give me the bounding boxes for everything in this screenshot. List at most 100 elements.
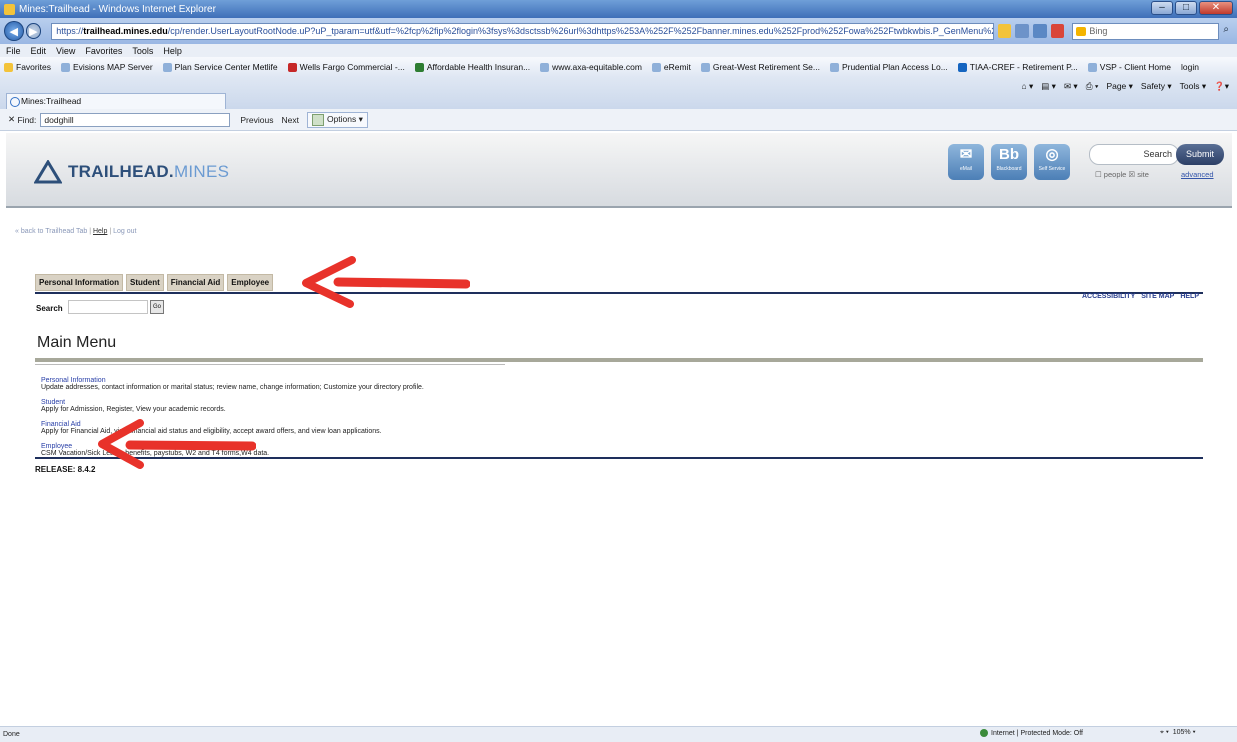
advanced-search-link[interactable]: advanced xyxy=(1181,170,1214,179)
page-title: Main Menu xyxy=(37,334,117,351)
zoom-level: 105% xyxy=(1172,729,1191,736)
menu-edit[interactable]: Edit xyxy=(31,46,47,56)
cmd-tools[interactable]: Tools ▾ xyxy=(1180,81,1206,92)
trailhead-search-input[interactable]: Search xyxy=(1089,144,1179,165)
favorite-label: TIAA-CREF - Retirement P... xyxy=(969,62,1078,72)
student-link[interactable]: Student xyxy=(41,399,226,406)
tab-financial-aid[interactable]: Financial Aid xyxy=(166,274,225,291)
lock-icon[interactable] xyxy=(997,24,1012,38)
trailhead-header: TRAILHEAD.MINES ✉ eMail Bb Blackboard ◎ … xyxy=(6,133,1232,208)
favorite-item[interactable]: Evisions MAP Server xyxy=(60,62,153,72)
mail-icon[interactable]: ✉ ▾ xyxy=(1064,81,1078,92)
favorite-item[interactable]: eRemit xyxy=(651,62,691,72)
tab-student[interactable]: Student xyxy=(126,274,164,291)
page-help-link[interactable]: HELP xyxy=(1180,293,1199,300)
print-icon[interactable]: ⎙ ▾ xyxy=(1086,81,1099,92)
envelope-icon: ✉ xyxy=(959,146,973,163)
find-close-icon[interactable]: ✕ xyxy=(8,114,17,125)
page-icon xyxy=(60,62,70,72)
menu-favorites[interactable]: Favorites xyxy=(85,46,122,56)
back-icon[interactable]: ◀ xyxy=(4,21,24,41)
star-icon xyxy=(4,62,13,72)
favorite-item[interactable]: Plan Service Center Metlife xyxy=(162,62,278,72)
zoom-control[interactable]: ⌖ ▾ 105% ▾ xyxy=(1160,729,1196,737)
compat-view-icon[interactable] xyxy=(1015,24,1030,38)
favorite-item[interactable]: Great-West Retirement Se... xyxy=(700,62,820,72)
app-label: eMail xyxy=(960,166,972,172)
favorite-item[interactable]: www.axa-equitable.com xyxy=(540,62,642,72)
favorite-label: Plan Service Center Metlife xyxy=(174,62,278,72)
minimize-icon[interactable]: – xyxy=(1151,1,1173,15)
favorite-item[interactable]: login xyxy=(1181,62,1199,72)
favorite-label: Evisions MAP Server xyxy=(72,62,153,72)
logo-trailhead: TRAILHEAD. xyxy=(68,162,174,181)
favorites-button[interactable]: Favorites xyxy=(4,62,51,72)
browser-tab[interactable]: Mines:Trailhead xyxy=(6,93,226,109)
find-label: Find: xyxy=(17,114,37,125)
favorite-label: Favorites xyxy=(16,62,51,72)
menu-item-description: Apply for Admission, Register, View your… xyxy=(41,406,226,413)
address-row: ◀ ▶ https://trailhead.mines.edu/cp/rende… xyxy=(0,18,1237,44)
tab-employee[interactable]: Employee xyxy=(227,274,274,291)
favorite-label: VSP - Client Home xyxy=(1099,62,1171,72)
menu-help[interactable]: Help xyxy=(163,46,182,56)
back-to-trailhead-link[interactable]: « back to Trailhead Tab xyxy=(15,228,87,235)
close-icon[interactable]: ✕ xyxy=(1199,1,1233,15)
favorite-item[interactable]: Wells Fargo Commercial -... xyxy=(287,62,405,72)
highlight-icon xyxy=(311,113,324,126)
favorite-item[interactable]: Prudential Plan Access Lo... xyxy=(829,62,948,72)
find-input[interactable]: dodghill xyxy=(40,112,231,127)
address-bar[interactable]: https://trailhead.mines.edu/cp/render.Us… xyxy=(51,22,994,40)
window-titlebar: Mines:Trailhead - Windows Internet Explo… xyxy=(0,0,1237,18)
favorites-bar: Favorites Evisions MAP Server Plan Servi… xyxy=(0,57,1237,77)
trailhead-logo[interactable]: TRAILHEAD.MINES xyxy=(34,160,229,184)
page-icon xyxy=(829,62,839,72)
help-link[interactable]: Help xyxy=(93,228,107,235)
site-map-link[interactable]: SITE MAP xyxy=(1141,293,1174,300)
trailhead-submit-button[interactable]: Submit xyxy=(1176,144,1224,165)
refresh-icon[interactable] xyxy=(1033,24,1047,38)
search-box[interactable]: Bing xyxy=(1072,22,1220,40)
tab-personal-information[interactable]: Personal Information xyxy=(35,274,124,291)
menu-tools[interactable]: Tools xyxy=(132,46,153,56)
favorite-label: www.axa-equitable.com xyxy=(552,62,642,72)
stop-icon[interactable] xyxy=(1050,24,1065,38)
search-scope-options[interactable]: ☐ people ☒ site xyxy=(1095,170,1149,179)
find-next-button[interactable]: Next xyxy=(281,115,298,125)
find-previous-button[interactable]: Previous xyxy=(240,115,273,125)
favorite-item[interactable]: TIAA-CREF - Retirement P... xyxy=(957,62,1078,72)
favorite-label: Affordable Health Insuran... xyxy=(426,62,531,72)
favorite-item[interactable]: VSP - Client Home xyxy=(1087,62,1171,72)
menu-file[interactable]: File xyxy=(6,46,21,56)
find-bar: ✕ Find: dodghill Previous Next Options ▾ xyxy=(0,109,1237,131)
email-app-button[interactable]: ✉ eMail xyxy=(948,144,984,180)
self-service-app-button[interactable]: ◎ Self Service xyxy=(1034,144,1070,180)
security-zone[interactable]: Internet | Protected Mode: Off xyxy=(980,729,1083,737)
logo-text: TRAILHEAD.MINES xyxy=(68,162,229,182)
accessibility-link[interactable]: ACCESSIBILITY xyxy=(1082,293,1135,300)
title-underline xyxy=(35,364,505,365)
ie-icon xyxy=(4,3,15,15)
cmd-help[interactable]: ❓▾ xyxy=(1214,81,1229,92)
top-links: « back to Trailhead Tab | Help | Log out xyxy=(15,228,136,235)
page-search-input[interactable] xyxy=(68,300,148,314)
logout-link[interactable]: Log out xyxy=(113,228,136,235)
page-search-go-button[interactable]: Go xyxy=(150,300,164,314)
maximize-icon[interactable]: □ xyxy=(1175,1,1197,15)
blackboard-app-button[interactable]: Bb Blackboard xyxy=(991,144,1027,180)
command-bar: ⌂ ▾ ▤ ▾ ✉ ▾ ⎙ ▾ Page ▾ Safety ▾ Tools ▾ … xyxy=(1022,81,1230,92)
menu-view[interactable]: View xyxy=(56,46,75,56)
find-options-button[interactable]: Options ▾ xyxy=(306,111,368,128)
favorite-label: eRemit xyxy=(663,62,691,72)
cmd-page[interactable]: Page ▾ xyxy=(1106,81,1132,92)
favorite-item[interactable]: Affordable Health Insuran... xyxy=(414,62,531,72)
tab-divider xyxy=(35,292,1203,294)
search-icon[interactable]: ⌕ xyxy=(1223,24,1237,38)
home-icon[interactable]: ⌂ ▾ xyxy=(1022,81,1034,92)
forward-icon[interactable]: ▶ xyxy=(25,23,42,39)
find-options-label: Options ▾ xyxy=(326,114,363,124)
favorite-label: Wells Fargo Commercial -... xyxy=(299,62,405,72)
feeds-icon[interactable]: ▤ ▾ xyxy=(1041,81,1056,92)
cmd-safety[interactable]: Safety ▾ xyxy=(1141,81,1172,92)
personal-information-link[interactable]: Personal Information xyxy=(41,377,424,384)
